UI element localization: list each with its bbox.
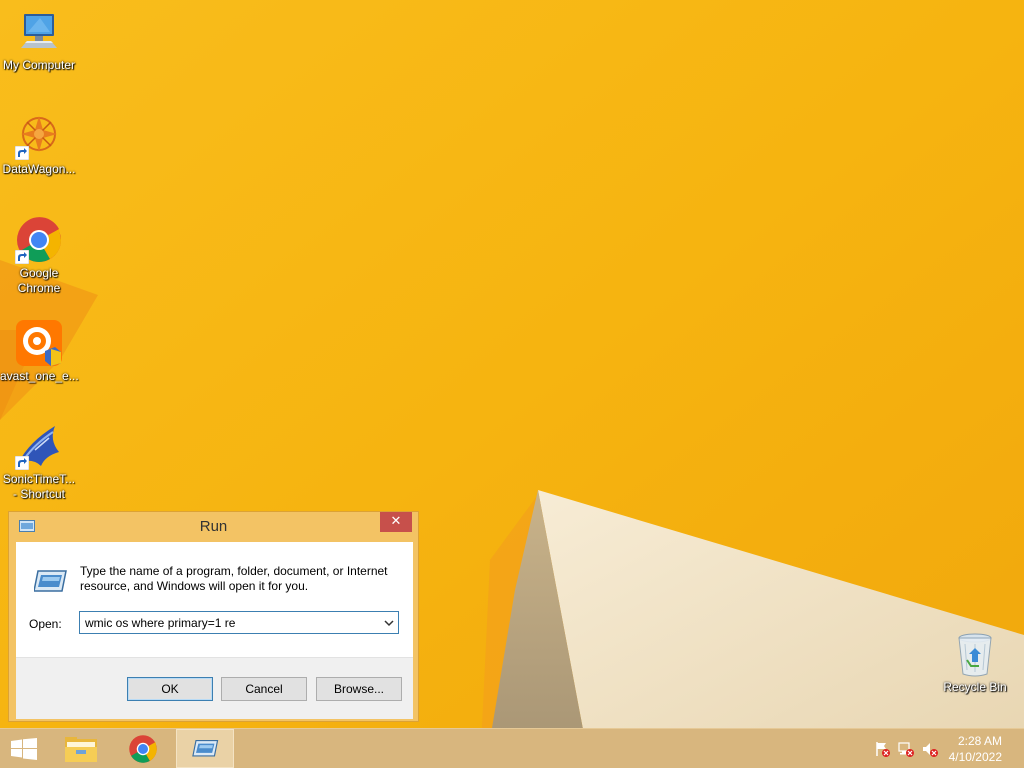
desktop: My Computer DataWagon... Google Chrome a… bbox=[0, 0, 1024, 768]
run-dialog: Run ✕ Type the name of a program, folder… bbox=[8, 511, 419, 722]
shortcut-arrow-icon bbox=[15, 250, 29, 264]
run-dialog-footer: OK Cancel Browse... bbox=[16, 657, 413, 719]
browse-button[interactable]: Browse... bbox=[316, 677, 402, 701]
volume-muted-icon[interactable] bbox=[922, 741, 938, 757]
avast-icon bbox=[16, 320, 62, 366]
chevron-down-icon[interactable] bbox=[383, 617, 395, 629]
clock-time[interactable]: 2:28 AM bbox=[958, 734, 1002, 748]
sonictime-label: SonicTimeT... - Shortcut bbox=[2, 472, 76, 501]
action-center-flag-icon[interactable] bbox=[874, 741, 890, 757]
open-combobox[interactable] bbox=[79, 611, 399, 634]
chrome-icon bbox=[129, 735, 157, 763]
avast-label: avast_one_e... bbox=[0, 369, 79, 383]
run-dialog-title: Run bbox=[199, 518, 228, 535]
clock-date[interactable]: 4/10/2022 bbox=[949, 750, 1002, 764]
my-computer-desktop-icon[interactable]: My Computer bbox=[0, 8, 78, 73]
ok-button[interactable]: OK bbox=[127, 677, 213, 701]
avast-desktop-icon[interactable]: avast_one_e... bbox=[0, 319, 79, 384]
google-chrome-label: Google Chrome bbox=[17, 266, 61, 295]
run-titlebar[interactable]: Run ✕ bbox=[9, 512, 418, 542]
run-dialog-body: Type the name of a program, folder, docu… bbox=[16, 542, 413, 719]
datawagon-label: DataWagon... bbox=[2, 162, 76, 176]
start-button[interactable] bbox=[0, 729, 58, 768]
cancel-button[interactable]: Cancel bbox=[221, 677, 307, 701]
run-icon bbox=[192, 739, 219, 757]
open-input[interactable] bbox=[85, 615, 375, 630]
recycle-bin-desktop-icon[interactable]: Recycle Bin bbox=[936, 630, 1014, 695]
taskbar-run-window[interactable] bbox=[176, 729, 234, 768]
datawagon-desktop-icon[interactable]: DataWagon... bbox=[0, 112, 78, 177]
open-label: Open: bbox=[29, 617, 62, 631]
close-button[interactable]: ✕ bbox=[380, 512, 412, 532]
shortcut-arrow-icon bbox=[15, 456, 29, 470]
run-description: Type the name of a program, folder, docu… bbox=[80, 564, 388, 593]
network-icon[interactable] bbox=[898, 741, 914, 757]
close-icon: ✕ bbox=[390, 514, 402, 529]
sonictime-desktop-icon[interactable]: SonicTimeT... - Shortcut bbox=[0, 422, 78, 502]
folder-icon bbox=[65, 737, 97, 762]
my-computer-icon bbox=[21, 14, 57, 48]
recycle-bin-icon bbox=[958, 633, 992, 677]
taskbar-google-chrome[interactable] bbox=[114, 729, 172, 768]
google-chrome-desktop-icon[interactable]: Google Chrome bbox=[0, 216, 78, 296]
run-icon bbox=[34, 570, 67, 592]
shortcut-arrow-icon bbox=[15, 146, 29, 160]
taskbar: 2:28 AM 4/10/2022 bbox=[0, 728, 1024, 768]
my-computer-label: My Computer bbox=[2, 58, 76, 72]
recycle-bin-label: Recycle Bin bbox=[943, 680, 1007, 694]
taskbar-file-explorer[interactable] bbox=[52, 729, 110, 768]
windows-logo-icon bbox=[11, 738, 37, 760]
